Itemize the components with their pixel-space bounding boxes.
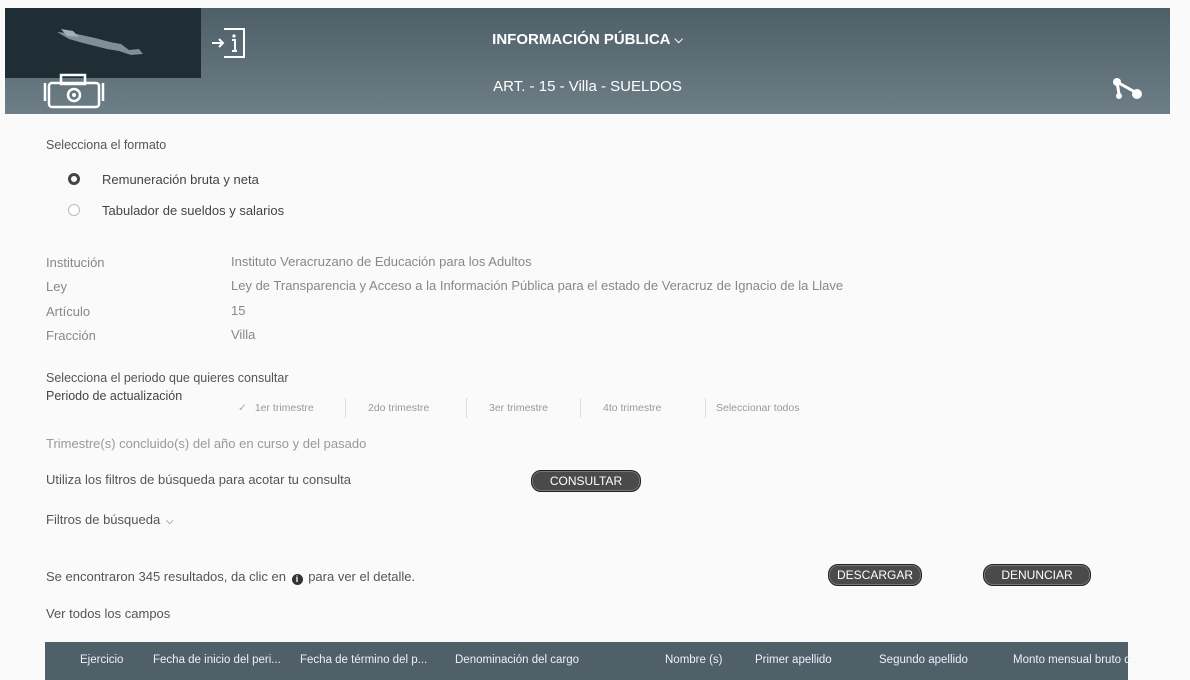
- period-option-4[interactable]: 4to trimestre: [580, 398, 661, 418]
- chevron-down-icon: ⌵: [674, 33, 683, 46]
- value-fraccion: Villa: [231, 327, 256, 342]
- period-option-label: 3er trimestre: [489, 402, 548, 414]
- share-icon[interactable]: [1109, 74, 1145, 102]
- filter-hint: Utiliza los filtros de búsqueda para aco…: [46, 472, 351, 487]
- column-header[interactable]: Fecha de término del p...: [300, 654, 427, 666]
- period-option-2[interactable]: 2do trimestre: [345, 398, 429, 418]
- check-icon: ✓: [238, 402, 247, 414]
- denunciar-button[interactable]: DENUNCIAR: [983, 564, 1091, 586]
- column-header[interactable]: Fecha de inicio del peri...: [153, 654, 281, 666]
- consultar-button[interactable]: CONSULTAR: [531, 470, 641, 492]
- filters-toggle[interactable]: Filtros de búsqueda ⌵: [46, 512, 173, 527]
- info-publica-menu[interactable]: INFORMACIÓN PÚBLICA ⌵: [5, 31, 1170, 48]
- label-ley: Ley: [46, 279, 67, 294]
- column-header[interactable]: Denominación del cargo: [455, 654, 579, 666]
- label-fraccion: Fracción: [46, 328, 96, 343]
- results-summary: Se encontraron 345 resultados, da clic e…: [46, 569, 415, 585]
- camera-logo-icon: [43, 73, 105, 109]
- chevron-down-icon: ⌵: [165, 516, 174, 527]
- label-articulo: Artículo: [46, 304, 91, 319]
- period-select-all[interactable]: Seleccionar todos: [705, 398, 799, 418]
- filters-toggle-label: Filtros de búsqueda: [46, 512, 161, 527]
- value-articulo: 15: [231, 303, 246, 318]
- value-institucion: Instituto Veracruzano de Educación para …: [231, 254, 532, 269]
- menu-title: INFORMACIÓN PÚBLICA: [492, 31, 671, 48]
- page-subtitle: ART. - 15 - Villa - SUELDOS: [493, 78, 682, 95]
- column-header[interactable]: Ejercicio: [80, 654, 123, 666]
- value-ley: Ley de Transparencia y Acceso a la Infor…: [231, 278, 844, 293]
- column-header[interactable]: Primer apellido: [755, 654, 832, 666]
- radio-label-remuneracion[interactable]: Remuneración bruta y neta: [102, 172, 259, 187]
- descargar-button[interactable]: DESCARGAR: [828, 564, 922, 586]
- period-label: Periodo de actualización: [46, 389, 183, 403]
- table-header: Ejercicio Fecha de inicio del peri... Fe…: [45, 642, 1140, 680]
- period-note: Trimestre(s) concluido(s) del año en cur…: [46, 436, 367, 451]
- format-prompt: Selecciona el formato: [46, 138, 167, 152]
- period-option-3[interactable]: 3er trimestre: [466, 398, 548, 418]
- results-text-after: para ver el detalle.: [308, 569, 416, 584]
- results-text-before: Se encontraron 345 resultados, da clic e…: [46, 569, 286, 584]
- period-option-label: 2do trimestre: [368, 402, 430, 414]
- period-option-label: 1er trimestre: [254, 402, 314, 414]
- radio-remuneracion[interactable]: [68, 173, 80, 185]
- period-option-label: 4to trimestre: [603, 402, 662, 414]
- period-option-1[interactable]: ✓ 1er trimestre: [232, 398, 314, 418]
- show-all-fields-link[interactable]: Ver todos los campos: [46, 606, 170, 621]
- radio-tabulador[interactable]: [68, 204, 80, 216]
- period-prompt: Selecciona el periodo que quieres consul…: [46, 371, 289, 385]
- column-header[interactable]: Segundo apellido: [879, 654, 968, 666]
- info-icon: i: [291, 574, 303, 585]
- column-header[interactable]: Nombre (s): [665, 654, 723, 666]
- radio-label-tabulador[interactable]: Tabulador de sueldos y salarios: [102, 203, 284, 218]
- header-bar: INFORMACIÓN PÚBLICA ⌵ ART. - 15 - Villa -…: [5, 8, 1170, 114]
- label-institucion: Institución: [46, 255, 105, 270]
- period-option-label: Seleccionar todos: [716, 402, 800, 414]
- column-header[interactable]: Monto mensual bruto d...: [1013, 654, 1140, 666]
